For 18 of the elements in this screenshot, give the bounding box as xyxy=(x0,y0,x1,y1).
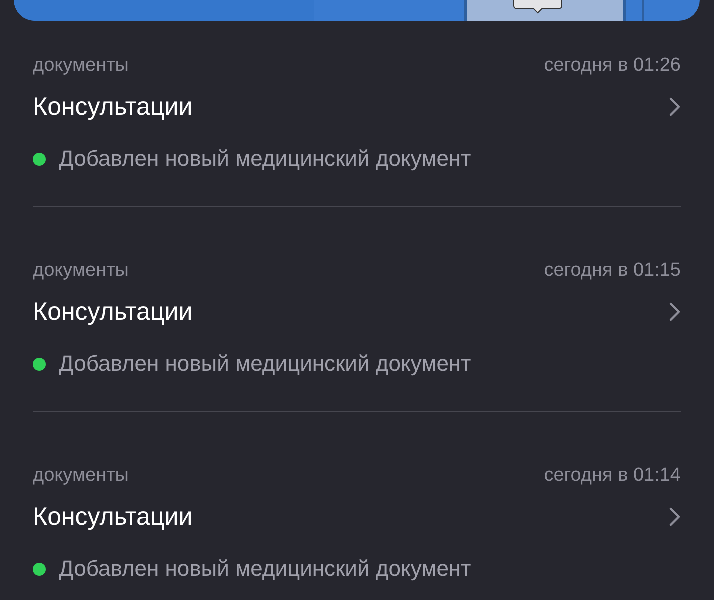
timestamp: сегодня в 01:14 xyxy=(544,465,681,487)
category-label: документы xyxy=(33,55,129,77)
category-label: документы xyxy=(33,465,129,487)
status-dot xyxy=(33,358,46,370)
chevron-right-icon[interactable] xyxy=(669,302,681,322)
status-dot xyxy=(33,152,46,166)
notification-title[interactable]: Консультации xyxy=(33,297,193,327)
category-label: документы xyxy=(33,260,129,282)
chevron-right-icon[interactable] xyxy=(669,97,681,117)
notification-title[interactable]: Консультации xyxy=(33,502,193,532)
notification-title[interactable]: Консультации xyxy=(33,92,193,122)
timestamp: сегодня в 01:15 xyxy=(544,260,681,282)
chevron-right-icon[interactable] xyxy=(669,507,681,527)
status-text: Добавлен новый медицинский документ xyxy=(59,146,472,172)
timestamp: сегодня в 01:26 xyxy=(544,55,681,77)
status-dot xyxy=(33,562,46,576)
status-text: Добавлен новый медицинский документ xyxy=(59,351,472,377)
status-text: Добавлен новый медицинский документ xyxy=(59,556,472,582)
